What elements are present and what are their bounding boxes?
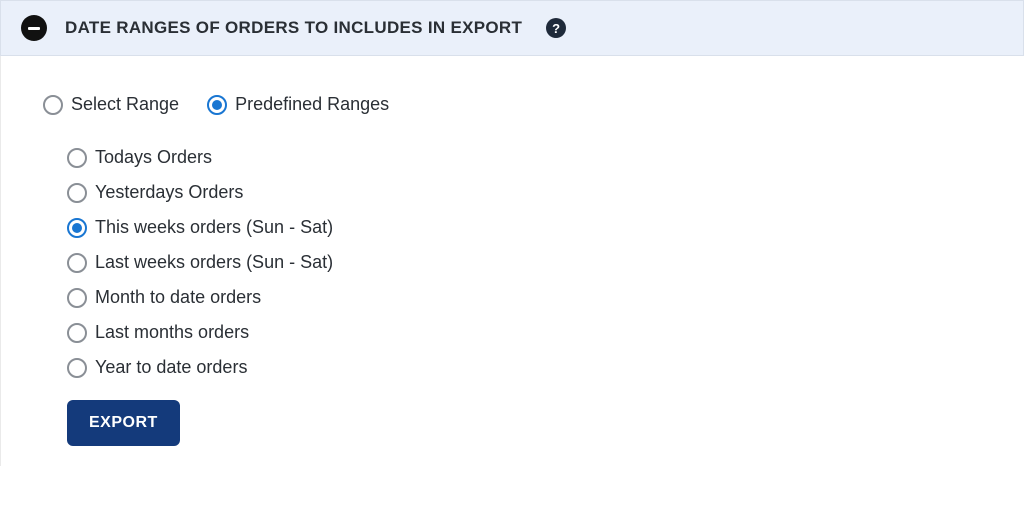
option-last-weeks-orders[interactable]: Last weeks orders (Sun - Sat) [67, 252, 982, 273]
radio-circle-icon [207, 95, 227, 115]
option-todays-orders[interactable]: Todays Orders [67, 147, 982, 168]
option-this-weeks-orders[interactable]: This weeks orders (Sun - Sat) [67, 217, 982, 238]
radio-circle-icon [67, 253, 87, 273]
radio-circle-icon [67, 183, 87, 203]
minus-icon [28, 27, 40, 30]
option-label: Yesterdays Orders [95, 182, 243, 203]
predefined-options-list: Todays Orders Yesterdays Orders This wee… [43, 147, 982, 378]
option-month-to-date[interactable]: Month to date orders [67, 287, 982, 308]
option-label: Todays Orders [95, 147, 212, 168]
radio-dot-icon [212, 100, 222, 110]
radio-dot-icon [72, 223, 82, 233]
radio-circle-icon [67, 323, 87, 343]
help-icon[interactable]: ? [546, 18, 566, 38]
option-label: Year to date orders [95, 357, 247, 378]
option-label: Month to date orders [95, 287, 261, 308]
panel-body: Select Range Predefined Ranges Todays Or… [0, 56, 1024, 466]
option-label: Last weeks orders (Sun - Sat) [95, 252, 333, 273]
radio-label: Select Range [71, 94, 179, 115]
radio-circle-icon [67, 358, 87, 378]
mode-row: Select Range Predefined Ranges [43, 94, 982, 115]
radio-circle-icon [43, 95, 63, 115]
option-yesterdays-orders[interactable]: Yesterdays Orders [67, 182, 982, 203]
option-label: Last months orders [95, 322, 249, 343]
radio-select-range[interactable]: Select Range [43, 94, 179, 115]
option-last-months-orders[interactable]: Last months orders [67, 322, 982, 343]
export-button[interactable]: EXPORT [67, 400, 180, 446]
collapse-icon[interactable] [21, 15, 47, 41]
radio-predefined-ranges[interactable]: Predefined Ranges [207, 94, 389, 115]
panel-header: DATE RANGES OF ORDERS TO INCLUDES IN EXP… [0, 0, 1024, 56]
radio-label: Predefined Ranges [235, 94, 389, 115]
radio-circle-icon [67, 288, 87, 308]
option-label: This weeks orders (Sun - Sat) [95, 217, 333, 238]
panel-title: DATE RANGES OF ORDERS TO INCLUDES IN EXP… [65, 18, 522, 38]
option-year-to-date[interactable]: Year to date orders [67, 357, 982, 378]
radio-circle-icon [67, 148, 87, 168]
radio-circle-icon [67, 218, 87, 238]
